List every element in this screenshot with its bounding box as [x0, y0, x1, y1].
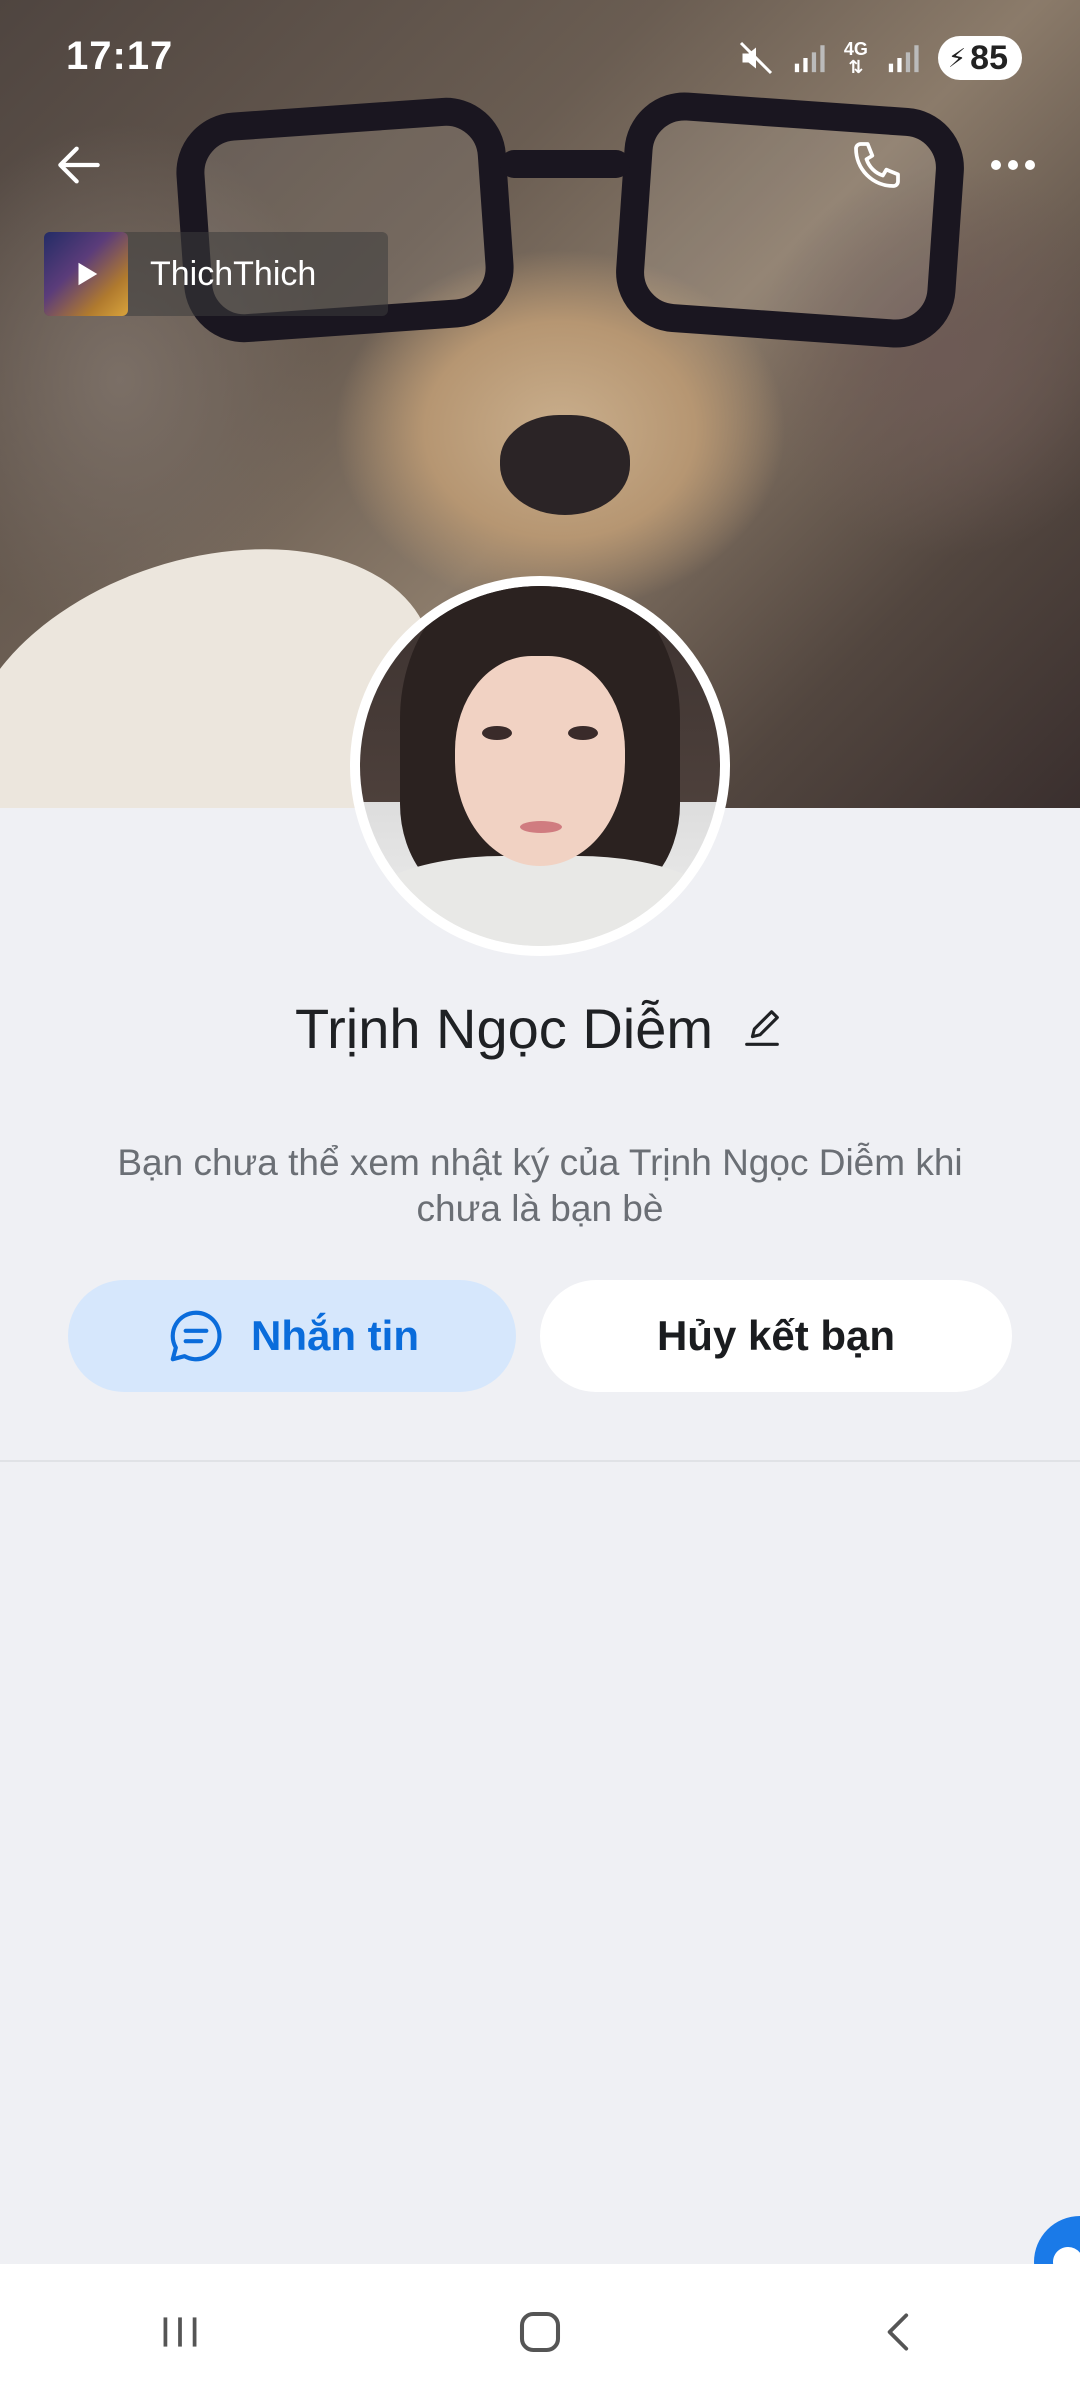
avatar-eye-left — [482, 726, 512, 740]
name-row: Trịnh Ngọc Diễm — [0, 996, 1080, 1061]
network-label: 4G — [843, 39, 868, 59]
status-bar: 17:17 4G ⇅ ⚡ 85 — [0, 0, 1080, 120]
profile-name: Trịnh Ngọc Diễm — [294, 997, 714, 1060]
signal-icon — [888, 45, 919, 73]
music-thumbnail — [44, 232, 128, 316]
message-button-label: Nhắn tin — [251, 1312, 419, 1359]
recents-icon — [163, 2317, 197, 2347]
signal-icon — [794, 45, 825, 73]
back-button[interactable] — [34, 120, 124, 210]
battery-indicator: ⚡ 85 — [937, 36, 1022, 80]
avatar-face-shape — [455, 656, 625, 866]
pencil-icon[interactable] — [739, 1006, 785, 1052]
chat-bubble-icon — [170, 1310, 222, 1362]
avatar-photo — [360, 586, 720, 946]
message-button[interactable]: Nhắn tin — [68, 1280, 516, 1392]
mute-icon — [739, 41, 772, 75]
back-chevron-icon — [887, 2313, 909, 2351]
more-button[interactable] — [968, 120, 1058, 210]
avatar-shirt-shape — [360, 856, 720, 946]
recents-button[interactable] — [120, 2282, 240, 2382]
4g-icon: 4G ⇅ — [844, 40, 868, 76]
more-horizontal-icon — [991, 160, 1035, 170]
profile-music-chip[interactable]: ThichThich — [44, 232, 388, 316]
privacy-note: Bạn chưa thể xem nhật ký của Trịnh Ngọc … — [117, 1142, 963, 1229]
battery-level: 85 — [970, 38, 1008, 77]
battery-charging-icon: ⚡ — [947, 42, 967, 73]
cover-dog-nose — [500, 415, 630, 515]
unfriend-button-label: Hủy kết bạn — [656, 1312, 896, 1359]
call-button[interactable] — [832, 120, 922, 210]
avatar-lips — [520, 821, 562, 833]
section-divider — [0, 1460, 1080, 1462]
avatar[interactable] — [350, 576, 730, 956]
music-title: ThichThich — [150, 254, 317, 293]
phone-icon — [854, 142, 900, 188]
system-back-button[interactable] — [840, 2282, 960, 2382]
system-nav-bar — [0, 2264, 1080, 2400]
status-time: 17:17 — [66, 34, 174, 78]
home-button[interactable] — [480, 2282, 600, 2382]
status-icons: 4G ⇅ ⚡ 85 — [738, 36, 1022, 80]
home-icon — [519, 2311, 561, 2353]
arrow-left-icon — [58, 146, 100, 184]
data-arrows: ⇅ — [848, 57, 864, 77]
avatar-eye-right — [568, 726, 598, 740]
unfriend-button[interactable]: Hủy kết bạn — [540, 1280, 1012, 1392]
cover-glasses-bridge — [500, 150, 630, 178]
play-icon — [78, 262, 98, 286]
